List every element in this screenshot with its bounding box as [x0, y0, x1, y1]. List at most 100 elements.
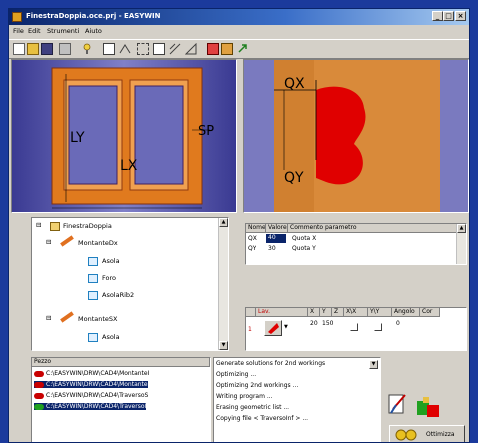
gears-icon	[395, 429, 417, 441]
app-icon	[12, 12, 22, 22]
tree-item-montantedx[interactable]: MontanteDx	[78, 239, 118, 247]
shape-icon	[88, 333, 98, 342]
piece-item[interactable]: C:\EASYWIN\DRW\CAD4\TraversoS	[34, 392, 148, 399]
scroll-up-icon[interactable]: ▲	[457, 224, 466, 233]
col-header-valore[interactable]: Valore	[266, 224, 288, 233]
close-button[interactable]: ×	[455, 11, 466, 21]
col-header-xx[interactable]: X\X	[344, 308, 368, 317]
tree-expander-montantedx[interactable]: ⊟	[46, 238, 51, 246]
piece-status-icon	[34, 370, 44, 377]
log-dropdown-icon[interactable]: ▼	[369, 360, 378, 369]
scroll-up-icon[interactable]: ▲	[219, 218, 228, 227]
tree-scrollbar[interactable]: ▲ ▼	[218, 218, 228, 350]
col-header-cor[interactable]: Cor	[420, 308, 440, 317]
tree-item-asola[interactable]: Asola	[102, 257, 120, 265]
menu-strumenti[interactable]: Strumenti	[47, 27, 79, 35]
lav-dropdown-icon[interactable]: ▼	[284, 324, 288, 330]
param-name: QX	[248, 235, 257, 242]
params-scrollbar[interactable]: ▲	[456, 224, 466, 264]
log-line: Optimizing ...	[216, 371, 257, 378]
tree-expander-montantesx[interactable]: ⊟	[46, 314, 51, 322]
view2-icon[interactable]	[119, 43, 131, 55]
xx-checkbox[interactable]	[350, 323, 358, 331]
window-title: FinestraDoppia.oce.prj - EASYWIN	[26, 12, 161, 20]
param-comment: Quota Y	[292, 245, 316, 252]
pieces-list[interactable]: Pezzo C:\EASYWIN\DRW\CAD4\MontanteI C:\E…	[31, 357, 211, 442]
title-bar[interactable]: FinestraDoppia.oce.prj - EASYWIN _ □ ×	[9, 9, 469, 25]
tree-item-asola-sx[interactable]: Asola	[102, 333, 120, 341]
new-icon[interactable]	[13, 43, 25, 55]
col-header-angolo[interactable]: Angolo	[392, 308, 420, 317]
menu-edit[interactable]: Edit	[28, 27, 41, 35]
profile-drawing-panel[interactable]: QX QY	[243, 59, 469, 213]
param-value-input[interactable]: 30	[268, 245, 276, 252]
piece-item-selected[interactable]: C:\EASYWIN\DRW\CAD4\Montante	[34, 381, 148, 388]
wizard-icon[interactable]	[81, 43, 93, 55]
cell-x[interactable]: 20	[310, 320, 318, 327]
tree-item-foro[interactable]: Foro	[102, 274, 116, 282]
ottimizza-button[interactable]: Ottimizza	[389, 425, 465, 442]
shape-icon	[88, 257, 98, 266]
piece-item-selected[interactable]: C:\EASYWIN\DRW\CAD4\TraversoI	[34, 403, 147, 410]
param-name: QY	[248, 245, 257, 252]
col-header-nome[interactable]: Nome	[246, 224, 266, 233]
col-header-commento[interactable]: Commento parametro	[288, 224, 458, 233]
cell-angolo[interactable]: 0	[396, 320, 400, 327]
ottimizza-label: Ottimizza	[426, 431, 455, 438]
tree-item-asolarib2[interactable]: AsolaRib2	[102, 291, 134, 299]
tree-item-finestradoppia[interactable]: FinestraDoppia	[63, 222, 112, 230]
view5-icon[interactable]	[169, 43, 181, 55]
view4-icon[interactable]	[153, 43, 165, 55]
log-line: Copying file < TraversoInf > ...	[216, 415, 309, 422]
tool-profile-button[interactable]	[264, 320, 282, 336]
project-icon	[50, 222, 60, 231]
menu-file[interactable]: File	[13, 27, 24, 35]
machine-icon[interactable]	[415, 395, 441, 419]
parameters-table[interactable]: Nome Valore Commento parametro QX 40 Quo…	[245, 223, 467, 265]
view3-icon[interactable]	[137, 43, 149, 55]
log-list[interactable]: Generate solutions for 2nd workings Opti…	[213, 357, 381, 442]
pencil-icon	[60, 235, 74, 247]
view1-icon[interactable]	[103, 43, 115, 55]
menu-aiuto[interactable]: Aiuto	[85, 27, 102, 35]
tree-expander-root[interactable]: ⊟	[36, 221, 41, 229]
dimension-sp-label: SP	[198, 124, 215, 139]
log-line: Generate solutions for 2nd workings	[216, 360, 326, 367]
col-header-lav[interactable]: Lav.	[256, 308, 308, 317]
panel2-icon[interactable]	[221, 43, 233, 55]
shape-icon	[88, 274, 98, 283]
panel1-icon[interactable]	[207, 43, 219, 55]
main-window: FinestraDoppia.oce.prj - EASYWIN _ □ × F…	[8, 8, 470, 443]
dimension-qx-label: QX	[284, 76, 305, 92]
print-icon[interactable]	[59, 43, 71, 55]
row-index: 1	[248, 326, 252, 333]
piece-status-icon	[34, 381, 44, 388]
col-header-x[interactable]: X	[308, 308, 320, 317]
view6-icon[interactable]	[184, 42, 197, 55]
log-line: Erasing geometric list ...	[216, 404, 290, 411]
piece-item[interactable]: C:\EASYWIN\DRW\CAD4\MontanteI	[34, 370, 149, 377]
piece-status-icon	[34, 392, 44, 399]
dimension-qy-label: QY	[284, 170, 304, 186]
profile-drawing	[274, 60, 440, 212]
export-icon[interactable]	[237, 43, 249, 55]
edit-program-icon[interactable]	[387, 391, 409, 417]
col-header-y[interactable]: Y	[320, 308, 332, 317]
open-icon[interactable]	[27, 43, 39, 55]
yy-checkbox[interactable]	[374, 323, 382, 331]
save-icon[interactable]	[41, 43, 53, 55]
param-value-input[interactable]: 40	[266, 234, 286, 243]
dimension-lx-label: LX	[120, 158, 138, 174]
minimize-button[interactable]: _	[432, 11, 443, 21]
cell-y[interactable]: 150	[322, 320, 333, 327]
work-table[interactable]: Lav. X Y Z X\X Y\Y Angolo Cor 1 ▼ 20 150…	[245, 307, 467, 351]
pencil-icon	[60, 311, 74, 323]
maximize-button[interactable]: □	[443, 11, 454, 21]
frame-drawing-panel[interactable]: LY LX SP	[11, 59, 237, 213]
col-header-z[interactable]: Z	[332, 308, 344, 317]
col-header-yy[interactable]: Y\Y	[368, 308, 392, 317]
tree-item-montantesx[interactable]: MontanteSX	[78, 315, 117, 323]
scroll-down-icon[interactable]: ▼	[219, 341, 228, 350]
project-tree[interactable]: ⊟ FinestraDoppia ⊟ MontanteDx Asola Foro…	[31, 217, 229, 351]
dimension-ly-label: LY	[70, 130, 85, 146]
